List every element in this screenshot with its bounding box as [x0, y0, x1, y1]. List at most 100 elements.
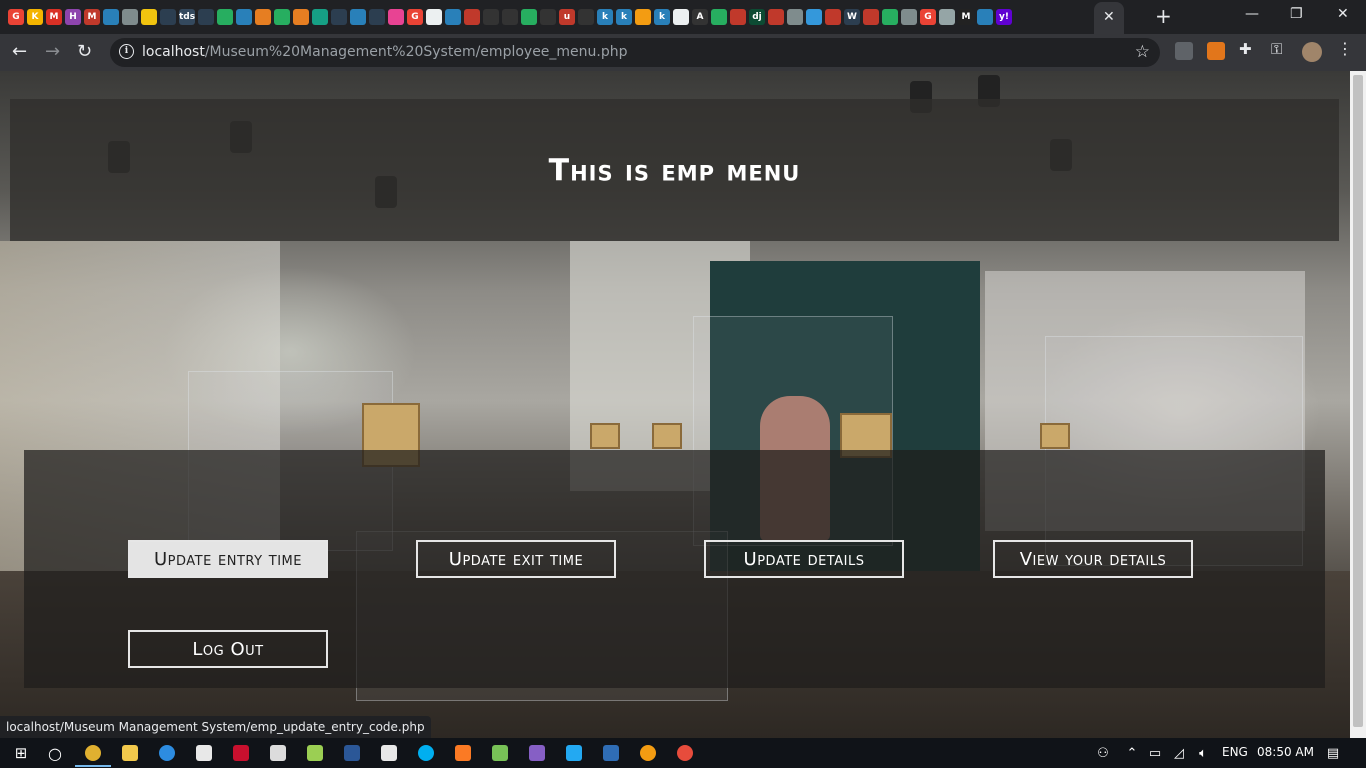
tab-favicon-icon[interactable]: k	[654, 9, 670, 25]
tab-favicon-icon[interactable]: G	[920, 9, 936, 25]
mcafee-icon[interactable]	[232, 744, 250, 762]
mail-icon[interactable]	[269, 744, 287, 762]
tab-favicon-icon[interactable]: M	[84, 9, 100, 25]
view-your-details-button[interactable]: View your details	[993, 540, 1193, 578]
speedtest-icon[interactable]	[676, 744, 694, 762]
tab-favicon-icon[interactable]: dj	[749, 9, 765, 25]
tab-favicon-icon[interactable]: tds	[179, 9, 195, 25]
tab-favicon-icon[interactable]	[464, 9, 480, 25]
tab-favicon-icon[interactable]	[502, 9, 518, 25]
close-tab-icon[interactable]: ✕	[1103, 9, 1115, 25]
metamask-extension-icon[interactable]	[1207, 42, 1225, 60]
update-entry-time-button[interactable]: Update entry time	[128, 540, 328, 578]
tab-favicon-icon[interactable]	[939, 9, 955, 25]
tab-favicon-icon[interactable]	[369, 9, 385, 25]
tab-favicon-icon[interactable]	[578, 9, 594, 25]
address-bar[interactable]: i localhost/Museum%20Management%20System…	[110, 38, 1160, 67]
tab-favicon-icon[interactable]	[882, 9, 898, 25]
network-icon[interactable]: ◿	[1170, 744, 1188, 762]
update-details-button[interactable]: Update details	[704, 540, 904, 578]
tab-favicon-icon[interactable]	[540, 9, 556, 25]
password-key-icon[interactable]: ⚿	[1271, 40, 1289, 58]
back-icon[interactable]: ←	[12, 41, 27, 62]
action-center-icon[interactable]: ▤	[1324, 744, 1342, 762]
calculator-icon[interactable]	[602, 744, 620, 762]
tab-favicon-icon[interactable]	[350, 9, 366, 25]
visual-studio-icon[interactable]	[528, 744, 546, 762]
tab-favicon-icon[interactable]	[274, 9, 290, 25]
tab-favicon-icon[interactable]: G	[407, 9, 423, 25]
tab-favicon-icon[interactable]	[217, 9, 233, 25]
tab-favicon-icon[interactable]	[977, 9, 993, 25]
reload-icon[interactable]: ↻	[77, 41, 92, 62]
people-icon[interactable]: ⚇	[1094, 744, 1112, 762]
tab-favicon-icon[interactable]: A	[692, 9, 708, 25]
tab-favicon-icon[interactable]	[521, 9, 537, 25]
tab-favicon-icon[interactable]	[160, 9, 176, 25]
maximize-button[interactable]: ❐	[1290, 6, 1303, 22]
tab-favicon-icon[interactable]	[312, 9, 328, 25]
tab-favicon-icon[interactable]	[483, 9, 499, 25]
minimize-button[interactable]: —	[1245, 6, 1259, 22]
tab-favicon-icon[interactable]	[787, 9, 803, 25]
tab-favicon-icon[interactable]	[122, 9, 138, 25]
volume-icon[interactable]: 🔈︎	[1194, 744, 1212, 762]
tab-favicon-icon[interactable]	[673, 9, 689, 25]
notepad-icon[interactable]	[306, 744, 324, 762]
tab-favicon-icon[interactable]	[255, 9, 271, 25]
eclipse-icon[interactable]	[639, 744, 657, 762]
active-tab[interactable]: ✕	[1094, 2, 1124, 34]
tab-favicon-icon[interactable]	[711, 9, 727, 25]
vertical-scrollbar[interactable]	[1350, 71, 1366, 738]
forward-icon[interactable]: →	[45, 41, 60, 62]
file-explorer-icon[interactable]	[121, 744, 139, 762]
tab-favicon-icon[interactable]	[806, 9, 822, 25]
new-tab-button[interactable]: +	[1155, 4, 1172, 28]
clock[interactable]: 08:50 AM	[1257, 745, 1314, 759]
tab-favicon-icon[interactable]: y!	[996, 9, 1012, 25]
store-icon[interactable]	[195, 744, 213, 762]
log-out-button[interactable]: Log Out	[128, 630, 328, 668]
tab-favicon-icon[interactable]	[331, 9, 347, 25]
windows-start-icon[interactable]: ⊞	[12, 744, 30, 762]
tab-favicon-icon[interactable]: k	[597, 9, 613, 25]
tray-chevron-up-icon[interactable]: ⌃	[1123, 744, 1141, 762]
android-studio-icon[interactable]	[491, 744, 509, 762]
site-info-icon[interactable]: i	[119, 44, 134, 59]
tab-favicon-icon[interactable]	[103, 9, 119, 25]
powershell-icon[interactable]	[343, 744, 361, 762]
tab-favicon-icon[interactable]: u	[559, 9, 575, 25]
profile-avatar[interactable]	[1302, 42, 1322, 62]
tab-favicon-icon[interactable]: H	[65, 9, 81, 25]
chrome-menu-icon[interactable]: ⋮	[1337, 39, 1355, 58]
tab-favicon-icon[interactable]	[426, 9, 442, 25]
update-exit-time-button[interactable]: Update exit time	[416, 540, 616, 578]
tab-favicon-icon[interactable]	[825, 9, 841, 25]
tab-favicon-icon[interactable]	[863, 9, 879, 25]
extension-icon[interactable]	[1175, 42, 1193, 60]
bookmark-star-icon[interactable]: ☆	[1135, 42, 1150, 62]
tab-favicon-icon[interactable]	[901, 9, 917, 25]
skype-icon[interactable]	[417, 744, 435, 762]
tab-favicon-icon[interactable]	[198, 9, 214, 25]
tab-favicon-icon[interactable]: G	[8, 9, 24, 25]
tab-favicon-icon[interactable]	[730, 9, 746, 25]
tab-favicon-icon[interactable]	[635, 9, 651, 25]
close-window-button[interactable]: ✕	[1337, 6, 1349, 22]
tab-favicon-icon[interactable]: K	[27, 9, 43, 25]
edge-icon[interactable]	[158, 744, 176, 762]
camera-icon[interactable]	[380, 744, 398, 762]
vscode-icon[interactable]	[565, 744, 583, 762]
chrome-taskbar-icon[interactable]	[84, 744, 102, 762]
tab-favicon-icon[interactable]: W	[844, 9, 860, 25]
search-circle-icon[interactable]: ○	[46, 744, 64, 763]
tab-favicon-icon[interactable]	[445, 9, 461, 25]
scrollbar-thumb[interactable]	[1353, 75, 1363, 727]
tab-favicon-icon[interactable]: k	[616, 9, 632, 25]
xampp-icon[interactable]	[454, 744, 472, 762]
extensions-puzzle-icon[interactable]: ✚	[1239, 40, 1257, 58]
url-text[interactable]: localhost/Museum%20Management%20System/e…	[142, 44, 628, 60]
tab-favicon-icon[interactable]	[236, 9, 252, 25]
tab-favicon-icon[interactable]	[768, 9, 784, 25]
tab-favicon-icon[interactable]	[293, 9, 309, 25]
